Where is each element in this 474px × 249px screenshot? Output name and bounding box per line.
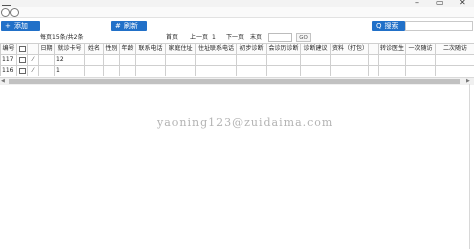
current-page-number: 1 (212, 34, 216, 41)
go-button[interactable]: GO (296, 33, 311, 42)
column-header-blank (368, 43, 379, 55)
app-icon (2, 0, 11, 6)
row-checkbox[interactable] (18, 67, 26, 74)
column-header-age[interactable]: 年龄 (119, 43, 136, 55)
plus-icon: + (5, 22, 11, 30)
scroll-left-icon[interactable]: ◀ (1, 78, 5, 85)
cell-second-followup (435, 54, 474, 66)
add-button[interactable]: + 添加 (1, 21, 40, 31)
column-header-name[interactable]: 姓名 (84, 43, 104, 55)
edit-pencil-icon[interactable]: ⁄ (32, 56, 33, 64)
column-header-consult-diagnosis[interactable]: 会诊历诊断 (266, 43, 301, 55)
column-header-first-followup[interactable]: 一次随访 (405, 43, 436, 55)
cell-diagnosis-advice (300, 65, 331, 76)
select-all-checkbox[interactable] (18, 45, 26, 52)
add-button-label: 添加 (13, 22, 28, 30)
first-page-link[interactable]: 首页 (166, 34, 178, 42)
cell-address-phone (195, 54, 237, 66)
column-header-materials[interactable]: 资料（打包） (330, 43, 369, 55)
cell-blank (368, 54, 379, 66)
cell-date (38, 54, 55, 66)
cell-sex (103, 54, 120, 66)
cell-edit[interactable]: ⁄ (27, 54, 39, 66)
cell-select[interactable] (16, 54, 28, 66)
watermark-text: yaoning123@zuidaima.com (157, 116, 334, 129)
cell-address (165, 54, 196, 66)
row-checkbox[interactable] (18, 56, 26, 63)
cell-materials (330, 65, 369, 76)
records-table: 编号 日期 就诊卡号 姓名 性别 年龄 联系电话 家庭住址 住址联系电话 初步诊… (0, 43, 474, 76)
cell-blank (368, 65, 379, 76)
cell-materials (330, 54, 369, 66)
cell-second-followup (435, 65, 474, 76)
column-header-card-no[interactable]: 就诊卡号 (54, 43, 85, 55)
cell-first-followup (405, 54, 436, 66)
last-page-link[interactable]: 末页 (250, 34, 262, 42)
cell-age (119, 65, 136, 76)
column-header-id[interactable]: 编号 (0, 43, 17, 55)
column-header-select[interactable] (16, 43, 28, 55)
next-page-link[interactable]: 下一页 (226, 34, 244, 42)
cell-address-phone (195, 65, 237, 76)
column-header-address-phone[interactable]: 住址联系电话 (195, 43, 237, 55)
column-header-phone[interactable]: 联系电话 (135, 43, 166, 55)
cell-referral-doctor (378, 54, 406, 66)
column-header-date[interactable]: 日期 (38, 43, 55, 55)
cell-initial-diagnosis (236, 65, 267, 76)
cell-id: 116 (0, 65, 17, 76)
cell-phone (135, 65, 166, 76)
table-row[interactable]: 116 ⁄ 1 (0, 65, 474, 76)
cell-date (38, 65, 55, 76)
panel-divider (469, 84, 470, 249)
cell-select[interactable] (16, 65, 28, 76)
refresh-button[interactable]: # 刷新 (111, 21, 147, 31)
cell-edit[interactable]: ⁄ (27, 65, 39, 76)
pager-summary: 每页15条/共2条 (40, 34, 84, 41)
column-header-diagnosis-advice[interactable]: 诊断建议 (300, 43, 331, 55)
back-circle-icon[interactable] (1, 8, 10, 17)
cell-initial-diagnosis (236, 54, 267, 66)
cell-referral-doctor (378, 65, 406, 76)
table-header-row: 编号 日期 就诊卡号 姓名 性别 年龄 联系电话 家庭住址 住址联系电话 初步诊… (0, 43, 474, 55)
window-titlebar: – ▭ ✕ (0, 0, 474, 7)
table-row[interactable]: 117 ⁄ 12 (0, 54, 474, 66)
search-input[interactable] (405, 21, 473, 31)
edit-pencil-icon[interactable]: ⁄ (32, 67, 33, 75)
cell-diagnosis-advice (300, 54, 331, 66)
horizontal-scrollbar[interactable]: ◀ ▶ (0, 77, 474, 85)
cell-card-no: 1 (54, 65, 85, 76)
cell-address (165, 65, 196, 76)
column-header-sex[interactable]: 性别 (103, 43, 120, 55)
refresh-button-label: 刷新 (123, 22, 138, 30)
forward-circle-icon[interactable] (10, 8, 19, 17)
cell-age (119, 54, 136, 66)
cell-name (84, 65, 104, 76)
scrollbar-thumb[interactable] (9, 79, 460, 84)
browser-navbar (0, 7, 474, 18)
column-header-second-followup[interactable]: 二次随访 (435, 43, 474, 55)
column-header-address[interactable]: 家庭住址 (165, 43, 196, 55)
page-number-input[interactable] (268, 33, 292, 42)
column-header-referral-doctor[interactable]: 转诊医生 (378, 43, 406, 55)
hash-icon: # (115, 22, 121, 30)
cell-first-followup (405, 65, 436, 76)
column-header-edit (27, 43, 39, 55)
cell-phone (135, 54, 166, 66)
records-table-viewport: 编号 日期 就诊卡号 姓名 性别 年龄 联系电话 家庭住址 住址联系电话 初步诊… (0, 43, 474, 76)
cell-id: 117 (0, 54, 17, 66)
cell-consult-diagnosis (266, 54, 301, 66)
cell-name (84, 54, 104, 66)
cell-sex (103, 65, 120, 76)
search-button[interactable]: Q 搜索 (372, 21, 405, 31)
column-header-initial-diagnosis[interactable]: 初步诊断 (236, 43, 267, 55)
prev-page-link[interactable]: 上一页 (190, 34, 208, 42)
cell-card-no: 12 (54, 54, 85, 66)
search-button-label: 搜索 (384, 22, 399, 30)
search-icon: Q (376, 22, 382, 30)
cell-consult-diagnosis (266, 65, 301, 76)
